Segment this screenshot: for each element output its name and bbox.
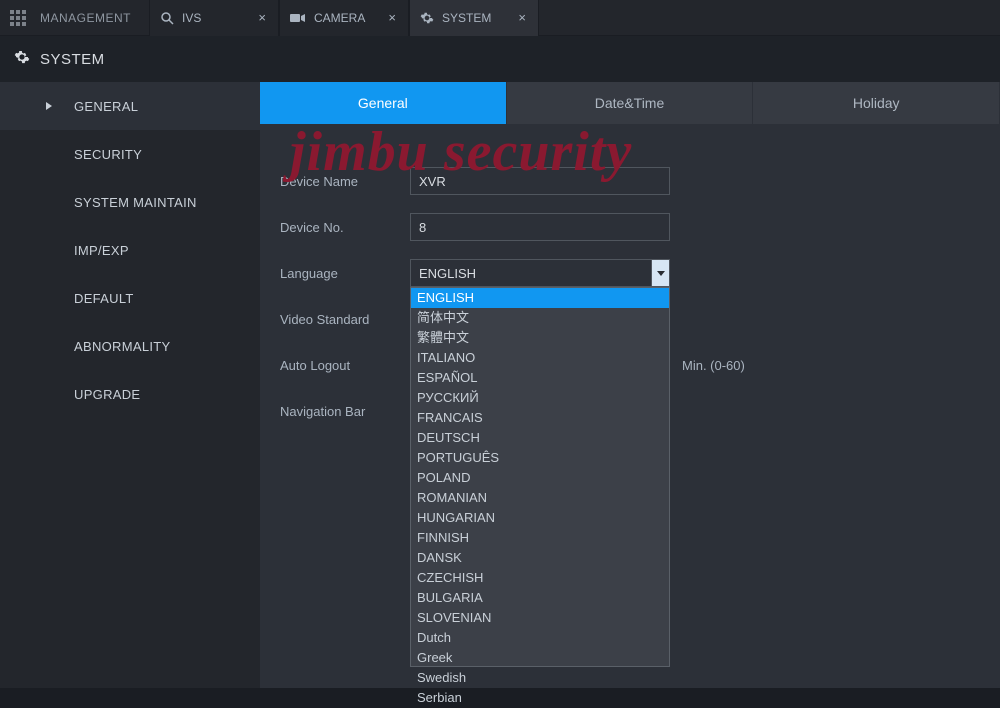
sidebar: GENERAL SECURITY SYSTEM MAINTAIN IMP/EXP… bbox=[0, 82, 260, 688]
sub-tab-general[interactable]: General bbox=[260, 82, 506, 124]
tab-label: SYSTEM bbox=[442, 11, 516, 25]
language-option[interactable]: PORTUGUÊS bbox=[411, 448, 669, 468]
gear-icon bbox=[420, 11, 434, 25]
language-label: Language bbox=[280, 266, 410, 281]
auto-logout-label: Auto Logout bbox=[280, 358, 410, 373]
tab-ivs[interactable]: IVS × bbox=[149, 0, 279, 36]
sidebar-item-abnormality[interactable]: ABNORMALITY bbox=[0, 322, 260, 370]
main-panel: General Date&Time Holiday Device Name De… bbox=[260, 82, 1000, 688]
sidebar-item-label: SECURITY bbox=[74, 147, 142, 162]
apps-grid-icon[interactable] bbox=[0, 0, 36, 36]
nav-bar-label: Navigation Bar bbox=[280, 404, 410, 419]
sidebar-item-label: GENERAL bbox=[74, 99, 138, 114]
close-icon[interactable]: × bbox=[256, 10, 268, 25]
tab-label: IVS bbox=[182, 11, 256, 25]
page-title: SYSTEM bbox=[40, 51, 105, 68]
language-option[interactable]: Dutch bbox=[411, 628, 669, 648]
language-option[interactable]: Swedish bbox=[411, 668, 669, 688]
language-option[interactable]: Greek bbox=[411, 648, 669, 668]
language-option[interactable]: РУССКИЙ bbox=[411, 388, 669, 408]
sidebar-item-label: IMP/EXP bbox=[74, 243, 129, 258]
device-no-input[interactable] bbox=[410, 213, 670, 241]
language-option[interactable]: ITALIANO bbox=[411, 348, 669, 368]
gear-icon bbox=[14, 49, 30, 69]
language-option[interactable]: BULGARIA bbox=[411, 588, 669, 608]
language-option[interactable]: HUNGARIAN bbox=[411, 508, 669, 528]
device-name-input[interactable] bbox=[410, 167, 670, 195]
language-option[interactable]: SLOVENIAN bbox=[411, 608, 669, 628]
device-name-label: Device Name bbox=[280, 174, 410, 189]
language-option[interactable]: ESPAÑOL bbox=[411, 368, 669, 388]
video-standard-label: Video Standard bbox=[280, 312, 410, 327]
sidebar-item-label: ABNORMALITY bbox=[74, 339, 170, 354]
close-icon[interactable]: × bbox=[516, 10, 528, 25]
language-option[interactable]: 简体中文 bbox=[411, 308, 669, 328]
language-option-list: ENGLISH简体中文繁體中文ITALIANOESPAÑOLРУССКИЙFRA… bbox=[410, 287, 670, 667]
language-option[interactable]: FRANCAIS bbox=[411, 408, 669, 428]
language-dropdown[interactable]: ENGLISH ENGLISH简体中文繁體中文ITALIANOESPAÑOLРУ… bbox=[410, 259, 670, 287]
language-value: ENGLISH bbox=[419, 266, 476, 281]
camera-icon bbox=[290, 13, 306, 23]
sidebar-item-label: SYSTEM MAINTAIN bbox=[74, 195, 197, 210]
sidebar-item-default[interactable]: DEFAULT bbox=[0, 274, 260, 322]
tab-system[interactable]: SYSTEM × bbox=[409, 0, 539, 36]
language-option[interactable]: FINNISH bbox=[411, 528, 669, 548]
close-icon[interactable]: × bbox=[386, 10, 398, 25]
page-title-bar: SYSTEM bbox=[0, 36, 1000, 82]
chevron-down-icon[interactable] bbox=[651, 260, 669, 286]
sub-tab-datetime[interactable]: Date&Time bbox=[507, 82, 753, 124]
sidebar-item-upgrade[interactable]: UPGRADE bbox=[0, 370, 260, 418]
top-bar: MANAGEMENT IVS × CAMERA × SYSTEM × bbox=[0, 0, 1000, 36]
sub-tab-holiday[interactable]: Holiday bbox=[753, 82, 999, 124]
sidebar-item-label: UPGRADE bbox=[74, 387, 140, 402]
language-option[interactable]: CZECHISH bbox=[411, 568, 669, 588]
language-option[interactable]: ENGLISH bbox=[411, 288, 669, 308]
language-option[interactable]: POLAND bbox=[411, 468, 669, 488]
language-option[interactable]: 繁體中文 bbox=[411, 328, 669, 348]
language-display[interactable]: ENGLISH bbox=[410, 259, 670, 287]
tab-camera[interactable]: CAMERA × bbox=[279, 0, 409, 36]
language-option[interactable]: Serbian bbox=[411, 688, 669, 708]
auto-logout-hint: Min. (0-60) bbox=[682, 358, 745, 373]
device-no-label: Device No. bbox=[280, 220, 410, 235]
sidebar-item-security[interactable]: SECURITY bbox=[0, 130, 260, 178]
language-option[interactable]: DANSK bbox=[411, 548, 669, 568]
sidebar-item-label: DEFAULT bbox=[74, 291, 134, 306]
language-option[interactable]: DEUTSCH bbox=[411, 428, 669, 448]
tab-label: CAMERA bbox=[314, 11, 386, 25]
management-label: MANAGEMENT bbox=[36, 11, 149, 25]
language-option[interactable]: ROMANIAN bbox=[411, 488, 669, 508]
settings-form: Device Name Device No. Language ENGLISH … bbox=[260, 124, 1000, 434]
sidebar-item-system-maintain[interactable]: SYSTEM MAINTAIN bbox=[0, 178, 260, 226]
search-icon bbox=[160, 11, 174, 25]
sub-tabs: General Date&Time Holiday bbox=[260, 82, 1000, 124]
sidebar-item-general[interactable]: GENERAL bbox=[0, 82, 260, 130]
sidebar-item-imp-exp[interactable]: IMP/EXP bbox=[0, 226, 260, 274]
